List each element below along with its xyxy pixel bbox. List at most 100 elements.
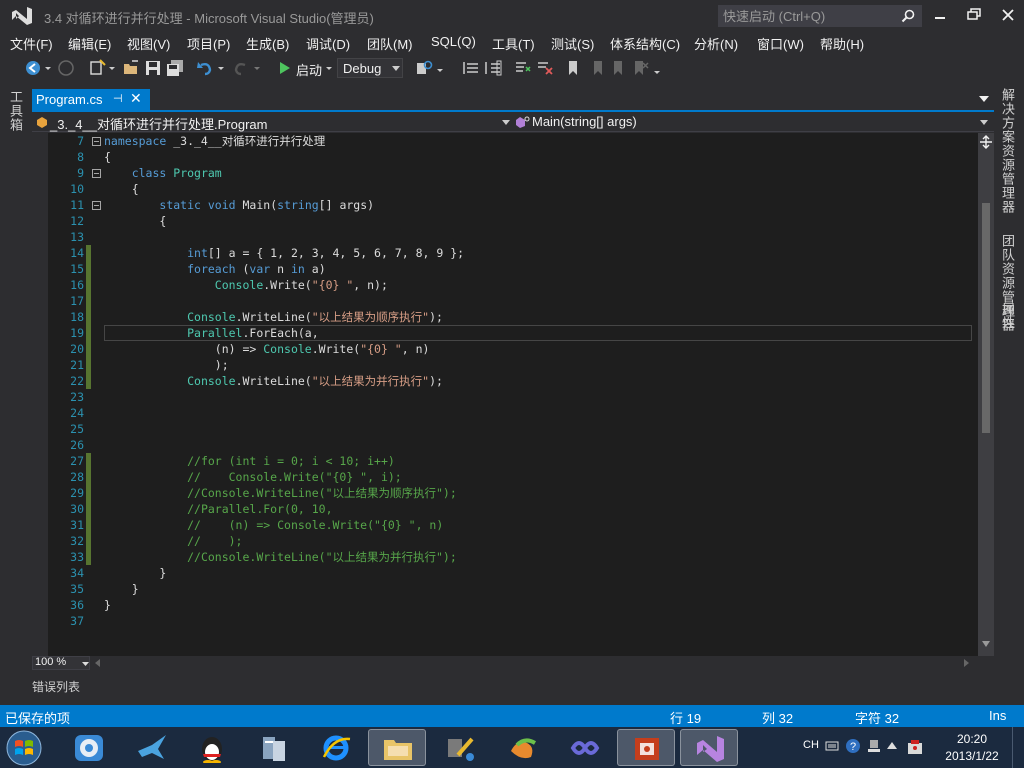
- code-line[interactable]: 28 // Console.Write("{0} ", i);: [48, 469, 978, 485]
- taskbar-file-explorer[interactable]: [368, 729, 426, 766]
- navigate-back-icon[interactable]: [24, 59, 42, 77]
- code-line[interactable]: 17: [48, 293, 978, 309]
- menu-view[interactable]: 视图(V): [127, 34, 170, 53]
- redo-icon[interactable]: [232, 59, 250, 77]
- menu-test[interactable]: 测试(S): [551, 34, 594, 53]
- chevron-down-icon[interactable]: [253, 59, 261, 77]
- code-line[interactable]: 24: [48, 405, 978, 421]
- next-bookmark-icon[interactable]: [610, 59, 628, 77]
- undo-icon[interactable]: [196, 59, 214, 77]
- notification-icon[interactable]: [905, 737, 925, 757]
- menu-analyze[interactable]: 分析(N): [694, 34, 738, 53]
- comment-lines-icon[interactable]: [514, 59, 532, 77]
- find-in-files-icon[interactable]: [416, 59, 434, 77]
- start-button-icon[interactable]: [4, 729, 44, 767]
- new-project-icon[interactable]: [88, 59, 106, 77]
- taskbar-powerpoint[interactable]: [617, 729, 675, 766]
- pin-icon[interactable]: ⊣: [113, 92, 123, 105]
- code-line[interactable]: 22 Console.WriteLine("以上结果为并行执行");: [48, 373, 978, 389]
- zoom-dropdown[interactable]: 100 %: [32, 656, 90, 670]
- menu-help[interactable]: 帮助(H): [820, 34, 864, 53]
- uncomment-lines-icon[interactable]: [536, 59, 554, 77]
- save-all-icon[interactable]: [166, 59, 184, 77]
- start-button-label[interactable]: 启动: [296, 60, 322, 79]
- taskbar-internet-explorer[interactable]: [307, 729, 365, 766]
- menu-team[interactable]: 团队(M): [367, 34, 413, 53]
- keyboard-icon[interactable]: [825, 739, 839, 753]
- help-icon[interactable]: ?: [845, 738, 861, 754]
- code-line[interactable]: 10 {: [48, 181, 978, 197]
- code-line[interactable]: 13: [48, 229, 978, 245]
- error-list-tab[interactable]: 错误列表: [32, 678, 80, 695]
- taskbar-media-player[interactable]: [60, 729, 118, 766]
- code-line[interactable]: 37: [48, 613, 978, 629]
- taskbar-qq[interactable]: [183, 729, 241, 766]
- input-language-indicator[interactable]: CH: [803, 739, 819, 751]
- quick-launch-box[interactable]: [718, 5, 922, 27]
- collapse-region-icon[interactable]: [92, 137, 101, 146]
- code-line[interactable]: 16 Console.Write("{0} ", n);: [48, 277, 978, 293]
- start-debugging-icon[interactable]: [278, 59, 292, 77]
- code-line[interactable]: 35 }: [48, 581, 978, 597]
- navigate-forward-icon[interactable]: [57, 59, 75, 77]
- code-line[interactable]: 18 Console.WriteLine("以上结果为顺序执行");: [48, 309, 978, 325]
- code-line[interactable]: 30 //Parallel.For(0, 10,: [48, 501, 978, 517]
- code-line[interactable]: 27 //for (int i = 0; i < 10; i++): [48, 453, 978, 469]
- horizontal-scrollbar[interactable]: [94, 658, 970, 668]
- code-line[interactable]: 14 int[] a = { 1, 2, 3, 4, 5, 6, 7, 8, 9…: [48, 245, 978, 261]
- code-line[interactable]: 20 (n) => Console.Write("{0} ", n): [48, 341, 978, 357]
- code-line[interactable]: 7 namespace _3._4__对循环进行并行处理: [48, 133, 978, 149]
- menu-build[interactable]: 生成(B): [246, 34, 289, 53]
- properties-tab[interactable]: 属性: [1000, 302, 1017, 330]
- tab-program-cs[interactable]: Program.cs ⊣ ✕: [32, 89, 150, 110]
- tab-list-dropdown-icon[interactable]: [979, 96, 989, 102]
- chevron-down-icon[interactable]: [436, 59, 444, 77]
- code-editor[interactable]: 7 namespace _3._4__对循环进行并行处理 8{9 class Pro…: [32, 133, 994, 656]
- code-line[interactable]: 31 // (n) => Console.Write("{0} ", n): [48, 517, 978, 533]
- type-scope-dropdown[interactable]: _3._4__对循环进行并行处理.Program: [34, 113, 512, 132]
- code-line[interactable]: 23: [48, 389, 978, 405]
- close-icon[interactable]: ✕: [130, 90, 142, 107]
- open-file-icon[interactable]: [122, 59, 140, 77]
- menu-debug[interactable]: 调试(D): [306, 34, 350, 53]
- bookmark-icon[interactable]: [566, 59, 580, 77]
- clear-bookmarks-icon[interactable]: [632, 59, 650, 77]
- toolbar-options-icon[interactable]: [653, 59, 661, 77]
- clock-date[interactable]: 2013/1/22: [939, 749, 1005, 763]
- chevron-down-icon[interactable]: [108, 59, 116, 77]
- taskbar-server-manager[interactable]: [244, 729, 302, 766]
- scrollbar-thumb[interactable]: [982, 203, 990, 433]
- menu-window[interactable]: 窗口(W): [757, 34, 804, 53]
- code-line[interactable]: 15 foreach (var n in a): [48, 261, 978, 277]
- chevron-down-icon[interactable]: [217, 59, 225, 77]
- vertical-scrollbar[interactable]: [978, 133, 994, 656]
- show-hidden-icons-icon[interactable]: [887, 741, 897, 749]
- code-line[interactable]: 19 Parallel.ForEach(a,: [48, 325, 978, 341]
- search-icon[interactable]: [901, 9, 915, 23]
- taskbar-office-app[interactable]: [494, 729, 552, 766]
- restore-button[interactable]: [962, 4, 986, 26]
- clock-time[interactable]: 20:20: [942, 732, 1002, 746]
- indent-icon[interactable]: [484, 59, 502, 77]
- menu-tools[interactable]: 工具(T): [492, 34, 535, 53]
- code-line[interactable]: 32 // );: [48, 533, 978, 549]
- close-window-button[interactable]: [996, 4, 1020, 26]
- code-area[interactable]: 7 namespace _3._4__对循环进行并行处理 8{9 class Pro…: [48, 133, 978, 656]
- code-line[interactable]: 36}: [48, 597, 978, 613]
- menu-file[interactable]: 文件(F): [10, 34, 53, 53]
- previous-bookmark-icon[interactable]: [588, 59, 606, 77]
- code-line[interactable]: 34 }: [48, 565, 978, 581]
- taskbar-tools-app[interactable]: [431, 729, 489, 766]
- code-line[interactable]: 29 //Console.WriteLine("以上结果为顺序执行");: [48, 485, 978, 501]
- code-line[interactable]: 25: [48, 421, 978, 437]
- outdent-icon[interactable]: [462, 59, 480, 77]
- solution-configuration-dropdown[interactable]: Debug: [337, 58, 403, 78]
- collapse-region-icon[interactable]: [92, 169, 101, 178]
- settings-icon[interactable]: [867, 738, 881, 754]
- save-icon[interactable]: [144, 59, 162, 77]
- show-desktop-button[interactable]: [1012, 727, 1024, 768]
- code-line[interactable]: 26: [48, 437, 978, 453]
- collapse-region-icon[interactable]: [92, 201, 101, 210]
- scroll-down-icon[interactable]: [982, 641, 990, 647]
- taskbar-swift-bird-app[interactable]: [123, 729, 181, 766]
